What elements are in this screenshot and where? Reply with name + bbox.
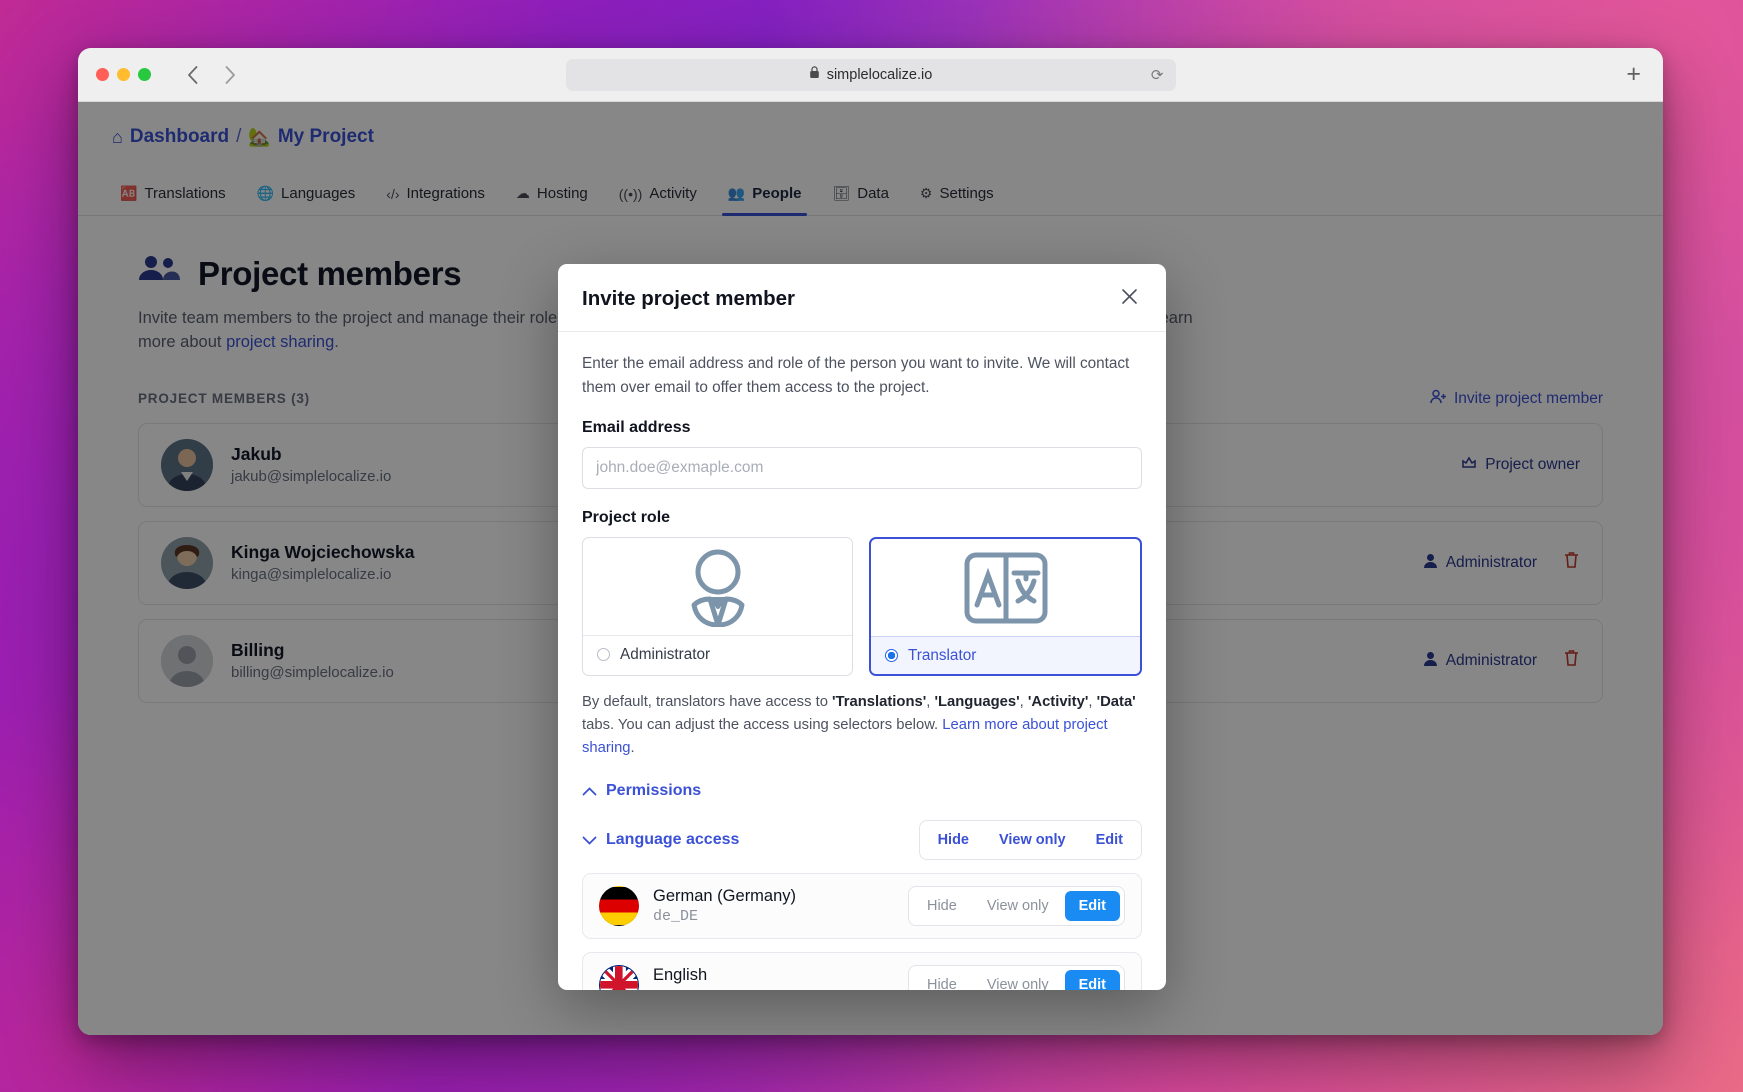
- access-selector[interactable]: Hide View only Edit: [907, 886, 1125, 927]
- flag-de-icon: [599, 886, 639, 927]
- dialog-description: Enter the email address and role of the …: [582, 355, 1130, 396]
- role-note-tab: 'Languages': [934, 694, 1020, 711]
- role-note-tab: 'Activity': [1027, 694, 1089, 711]
- language-access-header: Language access Hide View only Edit: [582, 820, 1142, 861]
- role-description: By default, translators have access to '…: [582, 691, 1142, 760]
- back-arrow-icon[interactable]: [183, 65, 201, 84]
- reload-icon[interactable]: ⟳: [1151, 66, 1164, 84]
- dialog-body: Enter the email address and role of the …: [558, 332, 1166, 990]
- access-selector[interactable]: Hide View only Edit: [907, 965, 1125, 990]
- access-view-only-button[interactable]: View only: [973, 891, 1063, 921]
- invite-project-member-dialog: Invite project member Enter the email ad…: [558, 264, 1166, 990]
- project-role-selector[interactable]: Administrator Translator: [582, 537, 1142, 677]
- dialog-title: Invite project member: [582, 286, 796, 310]
- language-name: German (Germany): [653, 887, 797, 906]
- forward-arrow-icon[interactable]: [221, 65, 239, 84]
- chevron-up-icon: [582, 784, 597, 799]
- close-window-button[interactable]: [96, 68, 109, 81]
- project-role-label: Project role: [582, 509, 671, 527]
- address-bar-url: simplelocalize.io: [826, 66, 933, 83]
- radio-translator[interactable]: [885, 649, 898, 663]
- role-card-translator[interactable]: Translator: [869, 537, 1142, 677]
- role-note-tab: 'Data': [1096, 694, 1136, 711]
- role-note-part: .: [630, 740, 635, 757]
- role-note-tab: 'Translations': [832, 694, 927, 711]
- access-edit-button[interactable]: Edit: [1064, 970, 1120, 990]
- language-info: English en: [653, 966, 707, 990]
- browser-window: simplelocalize.io ⟳ + ⌂ Dashboard / 🏡 My…: [78, 48, 1663, 1035]
- access-hide-button[interactable]: Hide: [913, 891, 971, 921]
- role-option-label: Translator: [908, 646, 977, 664]
- role-option-label: Administrator: [620, 645, 711, 663]
- translate-icon: [871, 539, 1140, 636]
- flag-gb-icon: [599, 965, 639, 990]
- bulk-hide-button[interactable]: Hide: [924, 825, 983, 855]
- role-note-part: tabs. You can adjust the access using se…: [582, 717, 943, 734]
- role-note-part: ,: [1088, 694, 1097, 711]
- bulk-view-only-button[interactable]: View only: [985, 825, 1080, 855]
- access-edit-button[interactable]: Edit: [1064, 891, 1120, 922]
- radio-administrator[interactable]: [597, 648, 610, 662]
- chevron-down-icon: [582, 833, 597, 848]
- access-view-only-button[interactable]: View only: [973, 970, 1063, 990]
- language-name: English: [653, 966, 708, 985]
- permissions-label: Permissions: [606, 782, 702, 800]
- bulk-access-selector[interactable]: Hide View only Edit: [918, 820, 1142, 861]
- language-code: de_DE: [653, 908, 699, 926]
- desktop-background: simplelocalize.io ⟳ + ⌂ Dashboard / 🏡 My…: [0, 0, 1743, 1092]
- dialog-header: Invite project member: [558, 264, 1166, 332]
- bulk-edit-button[interactable]: Edit: [1082, 825, 1137, 855]
- new-tab-button[interactable]: +: [1626, 62, 1641, 87]
- email-field[interactable]: [582, 447, 1142, 490]
- role-note-part: By default, translators have access to: [582, 694, 833, 711]
- permissions-section-toggle[interactable]: Permissions: [582, 782, 1142, 800]
- access-hide-button[interactable]: Hide: [913, 970, 971, 990]
- language-access-toggle[interactable]: Language access: [582, 831, 739, 849]
- role-option-administrator[interactable]: Administrator: [583, 635, 852, 673]
- close-icon[interactable]: [1117, 286, 1142, 311]
- role-card-administrator[interactable]: Administrator: [582, 537, 853, 677]
- language-access-label: Language access: [606, 831, 740, 849]
- lock-icon: [809, 66, 820, 83]
- role-note-part: ,: [1019, 694, 1028, 711]
- language-code: en: [653, 987, 707, 990]
- maximize-window-button[interactable]: [138, 68, 151, 81]
- address-bar[interactable]: simplelocalize.io ⟳: [565, 58, 1176, 91]
- language-info: German (Germany) de_DE: [653, 887, 796, 925]
- email-field-label: Email address: [582, 419, 691, 437]
- administrator-avatar-icon: [583, 538, 852, 635]
- role-option-translator[interactable]: Translator: [871, 636, 1140, 675]
- navigation-buttons[interactable]: [183, 65, 239, 84]
- language-row-german[interactable]: German (Germany) de_DE Hide View only Ed…: [582, 873, 1142, 940]
- window-controls[interactable]: [96, 68, 151, 81]
- browser-titlebar: simplelocalize.io ⟳ +: [78, 48, 1663, 102]
- language-row-english[interactable]: English en Hide View only Edit: [582, 952, 1142, 990]
- minimize-window-button[interactable]: [117, 68, 130, 81]
